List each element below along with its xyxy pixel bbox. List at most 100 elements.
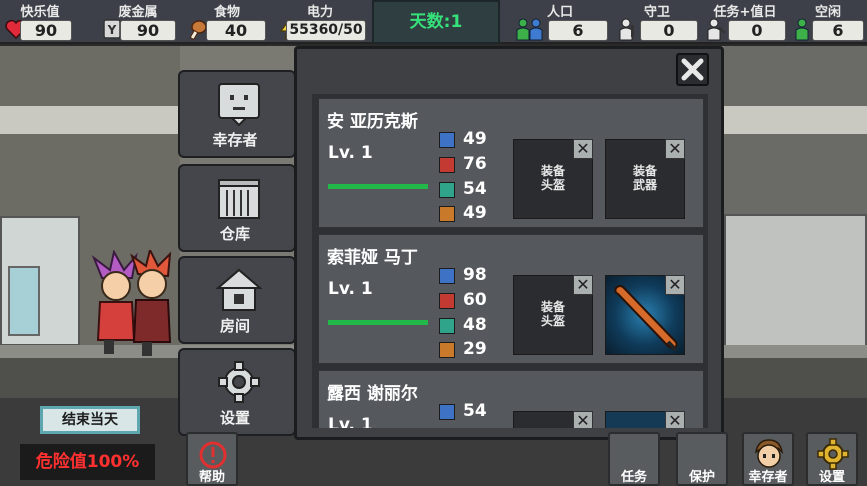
survivor-button[interactable]: 幸存者: [742, 432, 794, 486]
unequip-button[interactable]: ✕: [573, 411, 593, 428]
nav-settings-label: 设置: [219, 409, 250, 427]
weapon-slot[interactable]: ✕: [605, 275, 685, 355]
helmet-slot[interactable]: 装备 头盔 ✕: [513, 275, 593, 355]
unequip-button[interactable]: ✕: [665, 139, 685, 159]
survivor-card[interactable]: 安 亚历克斯 Lv. 1 49 76 54 49 装备 头盔 ✕ 装备 武器 ✕: [318, 98, 704, 228]
survivor-card[interactable]: 露西 谢丽尔 Lv. 1 54 ✕ ✕: [318, 370, 704, 428]
gun-icon: [439, 157, 455, 173]
attr-value: 49: [463, 203, 487, 223]
power-value: 55360/50: [286, 20, 366, 41]
strength-icon: [439, 268, 455, 284]
danger-level: 危险值100%: [20, 444, 155, 480]
food-stat: 食物 40: [182, 0, 272, 44]
attr-strength: 54: [439, 401, 501, 423]
food-value: 40: [206, 20, 266, 41]
nav-warehouse-button[interactable]: 仓库: [178, 164, 296, 252]
strength-icon: [439, 404, 455, 420]
worker-icon: [707, 18, 726, 41]
survivor-name: 索菲娅 马丁: [327, 248, 418, 268]
helmet-slot[interactable]: 装备 头盔 ✕: [513, 139, 593, 219]
survivor-characters: [91, 250, 172, 356]
task-stat: 任务+值日 0: [702, 0, 788, 44]
unequip-button[interactable]: ✕: [573, 275, 593, 295]
nav-settings-button[interactable]: 设置: [178, 348, 296, 436]
nav-survivors-button[interactable]: 幸存者: [178, 70, 296, 158]
attr-combat: 60: [439, 290, 501, 312]
attr-value: 49: [463, 129, 487, 149]
task-value: 0: [728, 20, 786, 41]
idle-stat: 空闲 6: [790, 0, 866, 44]
task-button-label: 任务: [620, 470, 647, 485]
agility-icon: [439, 182, 455, 198]
protect-button[interactable]: 保护: [676, 432, 728, 486]
nav-warehouse-label: 仓库: [219, 225, 250, 243]
helmet-slot-label: 装备 头盔: [540, 300, 565, 328]
attr-intellect: 49: [439, 203, 501, 225]
strength-icon: [439, 132, 455, 148]
settings-button-label: 设置: [818, 470, 845, 485]
help-button[interactable]: 帮助: [186, 432, 238, 486]
help-label: 帮助: [198, 470, 225, 485]
helmet-slot-label: 装备 头盔: [540, 164, 565, 192]
helmet-slot[interactable]: ✕: [513, 411, 593, 428]
intellect-icon: [439, 206, 455, 222]
settings-button[interactable]: 设置: [806, 432, 858, 486]
window: [8, 266, 40, 336]
guard-value: 0: [640, 20, 698, 41]
warehouse-icon: [218, 179, 260, 219]
survivor-level: Lv. 1: [328, 143, 373, 163]
gear-icon: [218, 361, 260, 403]
building-ledge: [0, 106, 180, 134]
close-icon: [681, 58, 704, 81]
attr-strength: 98: [439, 265, 501, 287]
close-button[interactable]: [676, 53, 709, 86]
attr-strength: 49: [439, 129, 501, 151]
survivor-list[interactable]: 安 亚历克斯 Lv. 1 49 76 54 49 装备 头盔 ✕ 装备 武器 ✕: [312, 94, 708, 428]
survivor-name: 安 亚历克斯: [327, 112, 418, 132]
status-bar: 快乐值 90 废金属 Y 90 食物 40 电力 55360/50 天数:1 人…: [0, 0, 867, 44]
happiness-stat: 快乐值 90: [0, 0, 80, 44]
attr-agility: 48: [439, 315, 501, 337]
attr-value: 29: [463, 339, 487, 359]
happiness-value: 90: [20, 20, 72, 41]
nav-room-button[interactable]: 房间: [178, 256, 296, 344]
unequip-button[interactable]: ✕: [573, 139, 593, 159]
nav-survivors-label: 幸存者: [212, 131, 258, 149]
gun-icon: [439, 293, 455, 309]
svg-text:Y: Y: [107, 23, 117, 37]
attr-value: 54: [463, 179, 487, 199]
scrap-value: 90: [120, 20, 176, 41]
weapon-slot[interactable]: 装备 武器 ✕: [605, 139, 685, 219]
idle-value: 6: [812, 20, 864, 41]
survivor-level: Lv. 1: [328, 279, 373, 299]
shutter: [724, 214, 867, 349]
attr-value: 76: [463, 154, 487, 174]
guard-stat: 守卫 0: [614, 0, 700, 44]
building-ledge-right: [724, 106, 867, 134]
attr-agility: 54: [439, 179, 501, 201]
survivor-button-label: 幸存者: [748, 470, 788, 485]
attr-combat: 76: [439, 154, 501, 176]
protect-label: 保护: [688, 470, 715, 485]
house-icon: [216, 268, 262, 311]
attr-value: 48: [463, 315, 487, 335]
weapon-slot-label: 装备 武器: [632, 164, 657, 192]
task-button[interactable]: 任务: [608, 432, 660, 486]
idle-person-icon: [795, 18, 809, 41]
power-stat: 电力 55360/50: [272, 0, 368, 44]
population-stat: 人口 6: [512, 0, 608, 44]
unequip-button[interactable]: ✕: [665, 411, 685, 428]
survivor-face-icon: [218, 83, 260, 126]
health-bar: [328, 320, 428, 325]
survivor-card[interactable]: 索菲娅 马丁 Lv. 1 98 60 48 29 装备 头盔 ✕ ✕: [318, 234, 704, 364]
attr-value: 98: [463, 265, 487, 285]
weapon-slot[interactable]: ✕: [605, 411, 685, 428]
survivor-name: 露西 谢丽尔: [327, 384, 418, 404]
population-icon: [516, 18, 543, 41]
population-value: 6: [548, 20, 608, 41]
survivor-level: Lv. 1: [328, 415, 373, 428]
unequip-button[interactable]: ✕: [665, 275, 685, 295]
guard-icon: [619, 18, 634, 41]
end-day-button[interactable]: 结束当天: [40, 406, 140, 434]
scrap-stat: 废金属 Y 90: [92, 0, 184, 44]
